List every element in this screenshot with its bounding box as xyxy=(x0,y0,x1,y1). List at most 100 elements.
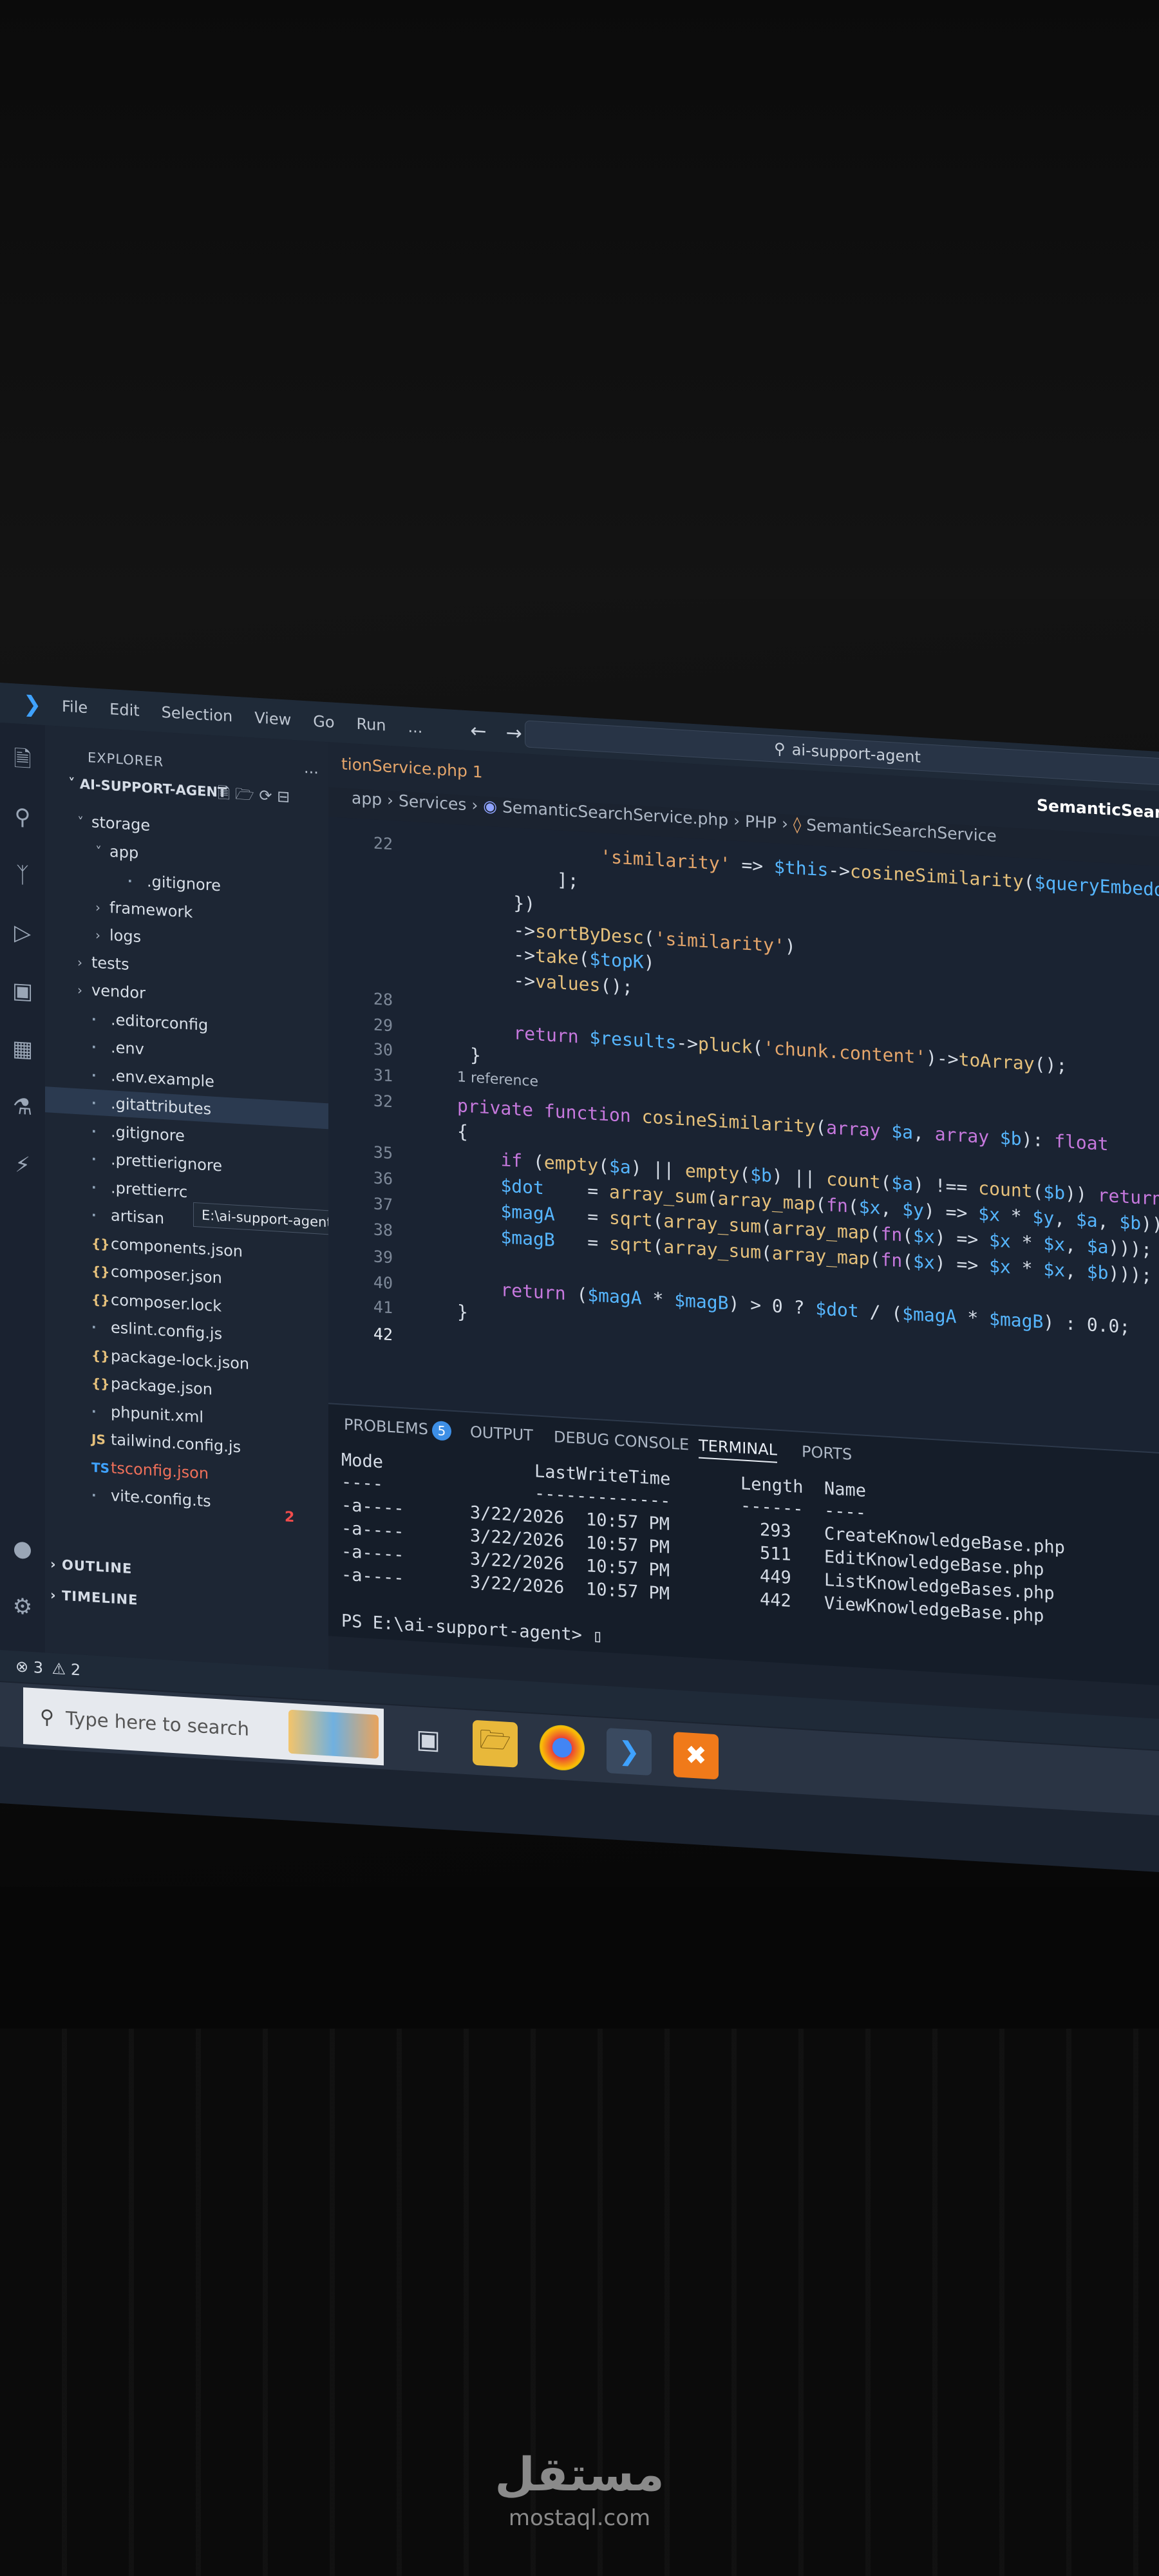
outline-section[interactable]: › OUTLINE xyxy=(50,1557,132,1577)
vscode-taskbar-icon[interactable]: ❯ xyxy=(607,1727,652,1776)
line-number: 39 xyxy=(373,1247,393,1267)
code-line[interactable]: return ($magA * $magB) > 0 ? $dot / ($ma… xyxy=(457,1276,1130,1338)
problems-count-badge: 5 xyxy=(431,1420,451,1441)
code-lens-reference[interactable]: 1 reference xyxy=(457,1069,538,1090)
lightning-icon[interactable]: ⚡ xyxy=(9,1151,36,1179)
gear-icon[interactable]: ⚙ xyxy=(9,1593,36,1621)
source-control-icon[interactable]: ᛉ xyxy=(9,861,36,889)
breadcrumb-services[interactable]: Services xyxy=(399,791,466,814)
terminal-row-time: 10:57 PM xyxy=(586,1510,670,1535)
line-number: 36 xyxy=(373,1168,393,1189)
tree-item-label: storage xyxy=(91,813,151,835)
code-line[interactable]: }) xyxy=(470,889,535,914)
breadcrumb-php[interactable]: PHP xyxy=(745,812,777,833)
task-view-icon[interactable]: ▣ xyxy=(406,1716,451,1763)
panel-tab-ports[interactable]: PORTS xyxy=(802,1443,852,1464)
menu-run[interactable]: Run xyxy=(357,715,386,735)
line-number xyxy=(328,882,393,886)
menu-view[interactable]: View xyxy=(254,708,291,728)
line-number xyxy=(328,960,393,963)
tree-item-label: .env.example xyxy=(111,1066,214,1091)
chevron-down-icon: ˅ xyxy=(77,814,84,830)
collapse-all-icon[interactable]: ⊟ xyxy=(277,788,290,806)
tab-semantic-search[interactable]: SemanticSearch xyxy=(1037,796,1159,824)
refresh-icon[interactable]: ⟳ xyxy=(259,786,272,805)
chevron-right-icon: › xyxy=(50,1556,62,1573)
chevron-down-icon: ˅ xyxy=(68,775,80,792)
code-line[interactable]: { xyxy=(457,1121,468,1142)
line-number: 30 xyxy=(373,1039,393,1060)
code-line[interactable]: return $results->pluck('chunk.content')-… xyxy=(470,1019,1067,1076)
problems-status[interactable]: ⊗ 3 ⚠ 2 xyxy=(15,1657,80,1679)
chevron-right-icon: › xyxy=(733,811,746,831)
code-line[interactable]: } xyxy=(457,1301,468,1323)
code-line[interactable]: ->values(); xyxy=(470,967,632,998)
terminal-underline: ------ xyxy=(740,1495,804,1520)
tree-item-label: package-lock.json xyxy=(111,1346,250,1373)
line-number xyxy=(328,857,393,860)
xampp-icon[interactable]: ✖ xyxy=(674,1732,719,1780)
forward-arrow-icon[interactable]: → xyxy=(506,721,522,744)
panel-tab-terminal[interactable]: TERMINAL xyxy=(699,1436,778,1463)
menu-selection[interactable]: Selection xyxy=(162,703,233,726)
taskbar-search-placeholder: Type here to search xyxy=(65,1707,250,1740)
json-file-icon: {} xyxy=(91,1347,110,1364)
remote-explorer-icon[interactable]: ▣ xyxy=(9,977,36,1005)
menu-more[interactable]: ... xyxy=(408,718,423,737)
terminal-row-mode: -a---- xyxy=(341,1495,404,1519)
tree-item-label: phpunit.xml xyxy=(111,1402,204,1426)
line-number xyxy=(328,909,393,913)
bottom-panel: PROBLEMS 5 OUTPUT DEBUG CONSOLE TERMINAL … xyxy=(328,1403,1159,1685)
chevron-right-icon: › xyxy=(95,927,100,943)
chrome-icon[interactable] xyxy=(540,1723,585,1772)
line-number: 38 xyxy=(373,1220,393,1240)
terminal-underline: ---- xyxy=(824,1501,867,1523)
vscode-logo-icon: ❯ xyxy=(23,691,42,718)
testing-flask-icon[interactable]: ⚗ xyxy=(9,1093,36,1121)
terminal-row-length: 449 xyxy=(760,1566,791,1589)
file-icon: ∙ xyxy=(91,1179,97,1195)
new-folder-icon[interactable]: 🗁 xyxy=(235,785,254,804)
menu-edit[interactable]: Edit xyxy=(109,700,139,720)
new-file-icon[interactable]: 🗎 xyxy=(218,784,230,802)
menu-file[interactable]: File xyxy=(62,697,88,717)
chevron-right-icon: › xyxy=(781,814,793,834)
warning-icon: ⚠ xyxy=(52,1659,66,1679)
timeline-section[interactable]: › TIMELINE xyxy=(50,1587,138,1608)
tree-item-label: .prettierrc xyxy=(111,1178,188,1201)
search-icon[interactable]: ⚲ xyxy=(9,803,36,831)
extensions-icon[interactable]: ▦ xyxy=(9,1035,36,1063)
back-arrow-icon[interactable]: ← xyxy=(470,719,486,743)
chevron-right-icon: › xyxy=(77,982,82,998)
file-icon: ∙ xyxy=(91,1319,97,1335)
explorer-header: EXPLORER xyxy=(88,750,164,770)
account-icon[interactable]: ● xyxy=(9,1535,36,1563)
file-explorer-icon[interactable]: 🗁 xyxy=(473,1719,518,1768)
terminal-row-length: 442 xyxy=(760,1589,791,1612)
breadcrumb-app[interactable]: app xyxy=(352,788,382,809)
tab-service-modified[interactable]: tionService.php 1 xyxy=(341,754,483,781)
project-root[interactable]: ˅ AI-SUPPORT-AGENT xyxy=(68,775,227,800)
menu-go[interactable]: Go xyxy=(313,712,334,732)
explorer-more-button[interactable]: ... xyxy=(304,759,319,777)
files-icon[interactable]: 🗎 xyxy=(9,745,36,773)
tree-item-label: .gitattributes xyxy=(111,1094,212,1119)
panel-tab-problems[interactable]: PROBLEMS 5 xyxy=(344,1416,451,1441)
panel-tab-debug-console[interactable]: DEBUG CONSOLE xyxy=(554,1428,689,1454)
code-editor[interactable]: 22 28 29 30 31 32 35 36 37 38 39 40 41 42 'similarity… xyxy=(328,817,1159,1452)
run-debug-icon[interactable]: ▷ xyxy=(9,919,36,947)
panel-tab-output[interactable]: OUTPUT xyxy=(470,1423,533,1444)
line-number: 29 xyxy=(373,1015,393,1036)
file-icon: ∙ xyxy=(91,1066,97,1083)
code-line[interactable]: } xyxy=(470,1044,481,1066)
window-title: ai-support-agent xyxy=(791,741,921,766)
tree-item-label: .env xyxy=(111,1038,144,1059)
chevron-right-icon: › xyxy=(50,1587,62,1604)
code-line[interactable]: ]; xyxy=(470,864,579,891)
terminal-prompt[interactable]: PS E:\ai-support-agent> ▯ xyxy=(341,1611,603,1646)
code-line[interactable]: private function cosineSimilarity(array … xyxy=(457,1095,1109,1155)
file-icon: ∙ xyxy=(91,1151,97,1167)
